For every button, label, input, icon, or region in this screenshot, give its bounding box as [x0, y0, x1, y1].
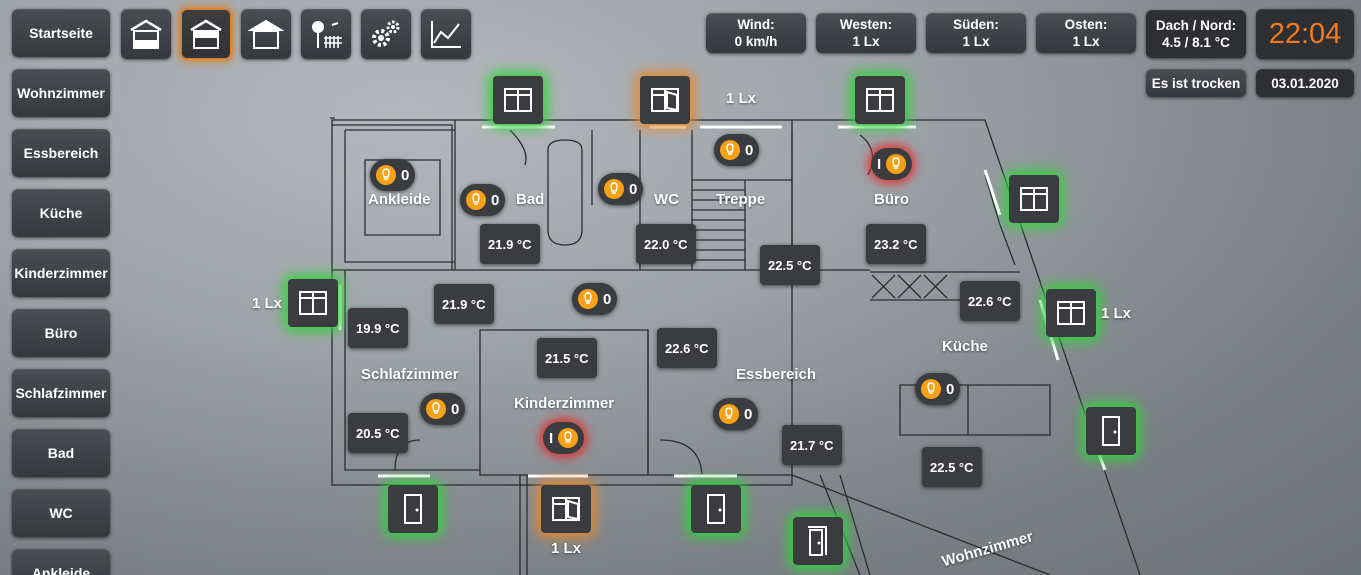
door-closed-icon — [404, 494, 422, 524]
window-tilted-icon — [651, 88, 679, 112]
room-label-kinderzimmer: Kinderzimmer — [514, 395, 615, 412]
lamp-bad[interactable]: 0 — [460, 184, 506, 216]
temp-bad: 21.9 °C — [480, 224, 540, 264]
temp-schlafzimmer-floor: 20.5 °C — [348, 413, 408, 453]
window-buero-east[interactable] — [1009, 175, 1059, 223]
door-closed-icon — [1102, 416, 1120, 446]
light-bulb-icon — [376, 165, 396, 185]
lamp-schlafzimmer[interactable]: 0 — [420, 393, 466, 425]
window-closed-icon — [1057, 301, 1085, 325]
temp-flur: 21.9 °C — [434, 284, 494, 324]
temp-kueche-floor: 22.5 °C — [922, 447, 982, 487]
room-label-kueche: Küche — [942, 338, 988, 355]
lamp-ankleide[interactable]: 0 — [370, 159, 416, 191]
light-bulb-icon — [886, 154, 907, 174]
light-bulb-icon — [578, 289, 598, 309]
door-kueche[interactable] — [1086, 407, 1136, 455]
door-open-icon — [808, 526, 827, 556]
temp-essbereich-floor: 21.7 °C — [782, 425, 842, 465]
lamp-state: 0 — [491, 191, 500, 209]
window-closed-icon — [299, 291, 327, 315]
lamp-kinderzimmer[interactable]: I — [543, 422, 585, 454]
lamp-state: 0 — [745, 141, 754, 159]
door-schlafzimmer[interactable] — [388, 485, 438, 533]
room-label-treppe: Treppe — [716, 191, 766, 208]
door-essbereich[interactable] — [691, 485, 741, 533]
light-bulb-icon — [466, 190, 486, 210]
room-label-buero: Büro — [874, 191, 909, 208]
room-label-essbereich: Essbereich — [736, 366, 817, 383]
lux-south: 1 Lx — [551, 540, 582, 557]
lamp-state: 0 — [744, 405, 753, 423]
lamp-wc[interactable]: 0 — [598, 173, 644, 205]
lamp-treppe[interactable]: 0 — [714, 134, 760, 166]
temp-kueche: 22.6 °C — [960, 281, 1020, 321]
light-bulb-icon — [921, 379, 941, 399]
lux-east: 1 Lx — [1101, 305, 1132, 322]
door-wohnzimmer[interactable] — [793, 517, 843, 565]
lamp-buero[interactable]: I — [871, 148, 913, 180]
room-label-bad: Bad — [516, 191, 545, 208]
window-closed-icon — [866, 88, 894, 112]
window-buero[interactable] — [855, 76, 905, 124]
window-closed-icon — [1020, 187, 1048, 211]
lamp-state: 0 — [946, 380, 955, 398]
light-bulb-icon — [719, 404, 739, 424]
light-bulb-icon — [558, 428, 579, 448]
window-tilted-icon — [552, 497, 580, 521]
lamp-kueche[interactable]: 0 — [915, 373, 961, 405]
room-label-schlafzimmer: Schlafzimmer — [361, 366, 459, 383]
window-kueche[interactable] — [1046, 289, 1096, 337]
temp-wc: 22.0 °C — [636, 224, 696, 264]
lamp-state: I — [877, 155, 882, 173]
lux-west: 1 Lx — [252, 295, 283, 312]
temp-kinderzimmer: 21.5 °C — [537, 338, 597, 378]
lamp-flur[interactable]: 0 — [572, 283, 618, 315]
light-bulb-icon — [604, 179, 624, 199]
room-label-ankleide: Ankleide — [368, 191, 431, 208]
window-bad[interactable] — [493, 76, 543, 124]
temp-treppe: 22.5 °C — [760, 245, 820, 285]
room-label-wc: WC — [654, 191, 679, 208]
window-kinderzimmer[interactable] — [541, 485, 591, 533]
lamp-state: 0 — [451, 400, 460, 418]
window-closed-icon — [504, 88, 532, 112]
lamp-state: 0 — [401, 166, 410, 184]
light-bulb-icon — [720, 140, 740, 160]
temp-buero: 23.2 °C — [866, 224, 926, 264]
lamp-state: I — [549, 429, 554, 447]
lux-north: 1 Lx — [726, 90, 757, 107]
lamp-state: 0 — [629, 180, 638, 198]
light-bulb-icon — [426, 399, 446, 419]
temp-essbereich: 22.6 °C — [657, 328, 717, 368]
temp-schlafzimmer: 19.9 °C — [348, 308, 408, 348]
window-schlafzimmer[interactable] — [288, 279, 338, 327]
window-wc[interactable] — [640, 76, 690, 124]
lamp-essbereich[interactable]: 0 — [713, 398, 759, 430]
lamp-state: 0 — [603, 290, 612, 308]
door-closed-icon — [707, 494, 725, 524]
